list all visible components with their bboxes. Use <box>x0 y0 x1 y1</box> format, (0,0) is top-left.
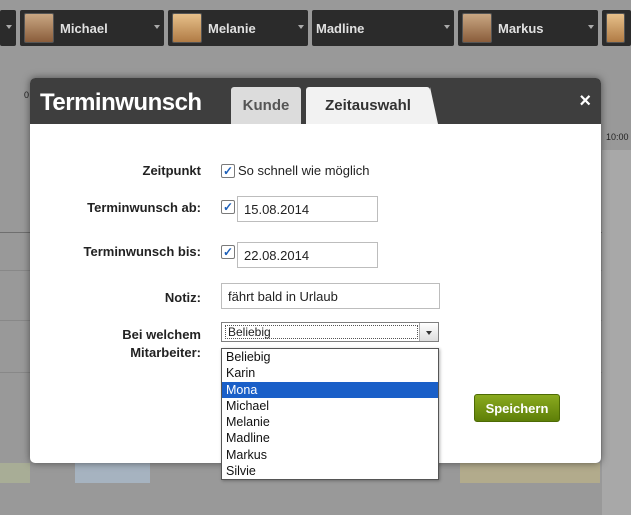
chevron-down-icon[interactable] <box>419 323 438 341</box>
tab-kunde[interactable]: Kunde <box>231 87 301 124</box>
chevron-down-icon <box>298 25 304 29</box>
note-input[interactable]: fährt bald in Urlaub <box>221 283 440 309</box>
time-label: 0 <box>24 90 30 100</box>
employee-select[interactable]: Beliebig <box>221 322 439 342</box>
note-label: Notiz: <box>164 290 201 305</box>
checkmark-icon: ✓ <box>222 164 234 178</box>
female-avatar-icon <box>172 13 202 43</box>
staff-name: Michael <box>60 20 108 36</box>
date-from-checkbox[interactable]: ✓ <box>221 200 235 214</box>
staff-column-0[interactable] <box>0 10 16 46</box>
dropdown-option-beliebig[interactable]: Beliebig <box>222 349 438 365</box>
chevron-down-icon <box>154 25 160 29</box>
calendar-event[interactable] <box>460 463 600 483</box>
staff-column-markus[interactable]: Markus <box>458 10 598 46</box>
male-avatar-icon <box>24 13 54 43</box>
staff-column-madline[interactable]: Madline <box>312 10 454 46</box>
dropdown-option-mona[interactable]: Mona <box>222 381 438 398</box>
employee-select-value: Beliebig <box>228 325 271 339</box>
female-avatar-icon <box>606 13 625 43</box>
dropdown-option-michael[interactable]: Michael <box>222 398 438 414</box>
date-to-input[interactable]: 22.08.2014 <box>237 242 378 268</box>
calendar-event[interactable] <box>0 463 30 483</box>
calendar-event[interactable] <box>75 463 150 483</box>
asap-checkbox-label: So schnell wie möglich <box>238 163 370 178</box>
chevron-down-icon <box>588 25 594 29</box>
date-from-input[interactable]: 15.08.2014 <box>237 196 378 222</box>
staff-bar: Michael Melanie Madline Markus <box>0 10 631 46</box>
date-from-label: Terminwunsch ab: <box>87 200 201 215</box>
dialog-header: Terminwunsch Kunde Zeitauswahl × <box>30 78 601 124</box>
staff-name: Markus <box>498 20 544 36</box>
employee-label: Bei welchem Mitarbeiter: <box>122 326 201 362</box>
date-to-checkbox[interactable]: ✓ <box>221 245 235 259</box>
employee-dropdown-list: Beliebig Karin Mona Michael Melanie Madl… <box>221 348 439 481</box>
staff-name: Madline <box>316 20 365 36</box>
dropdown-option-silvie[interactable]: Silvie <box>222 463 438 479</box>
dropdown-option-markus[interactable]: Markus <box>222 447 438 463</box>
checkmark-icon: ✓ <box>222 200 234 214</box>
employee-label-line1: Bei welchem <box>122 327 201 342</box>
tab-zeitauswahl[interactable]: Zeitauswahl <box>306 87 438 124</box>
appointment-request-dialog: Terminwunsch Kunde Zeitauswahl × Zeitpun… <box>30 78 601 481</box>
time-label: 10:00 <box>606 132 629 142</box>
employee-label-line2: Mitarbeiter: <box>130 345 201 360</box>
dialog-title: Terminwunsch <box>40 89 202 116</box>
staff-name: Melanie <box>208 20 256 36</box>
staff-column-melanie[interactable]: Melanie <box>168 10 308 46</box>
chevron-down-icon <box>444 25 450 29</box>
asap-checkbox[interactable]: ✓ <box>221 164 235 178</box>
male-avatar-icon <box>462 13 492 43</box>
dropdown-option-madline[interactable]: Madline <box>222 430 438 446</box>
chevron-down-icon <box>6 25 12 29</box>
checkmark-icon: ✓ <box>222 245 234 259</box>
dropdown-option-melanie[interactable]: Melanie <box>222 414 438 430</box>
date-to-label: Terminwunsch bis: <box>83 244 202 259</box>
save-button[interactable]: Speichern <box>474 394 560 422</box>
close-icon[interactable]: × <box>579 90 591 113</box>
dropdown-option-karin[interactable]: Karin <box>222 365 438 381</box>
staff-column-5[interactable] <box>602 10 631 46</box>
calendar-event[interactable] <box>602 150 631 515</box>
staff-column-michael[interactable]: Michael <box>20 10 164 46</box>
zeitpunkt-label: Zeitpunkt <box>142 163 202 178</box>
